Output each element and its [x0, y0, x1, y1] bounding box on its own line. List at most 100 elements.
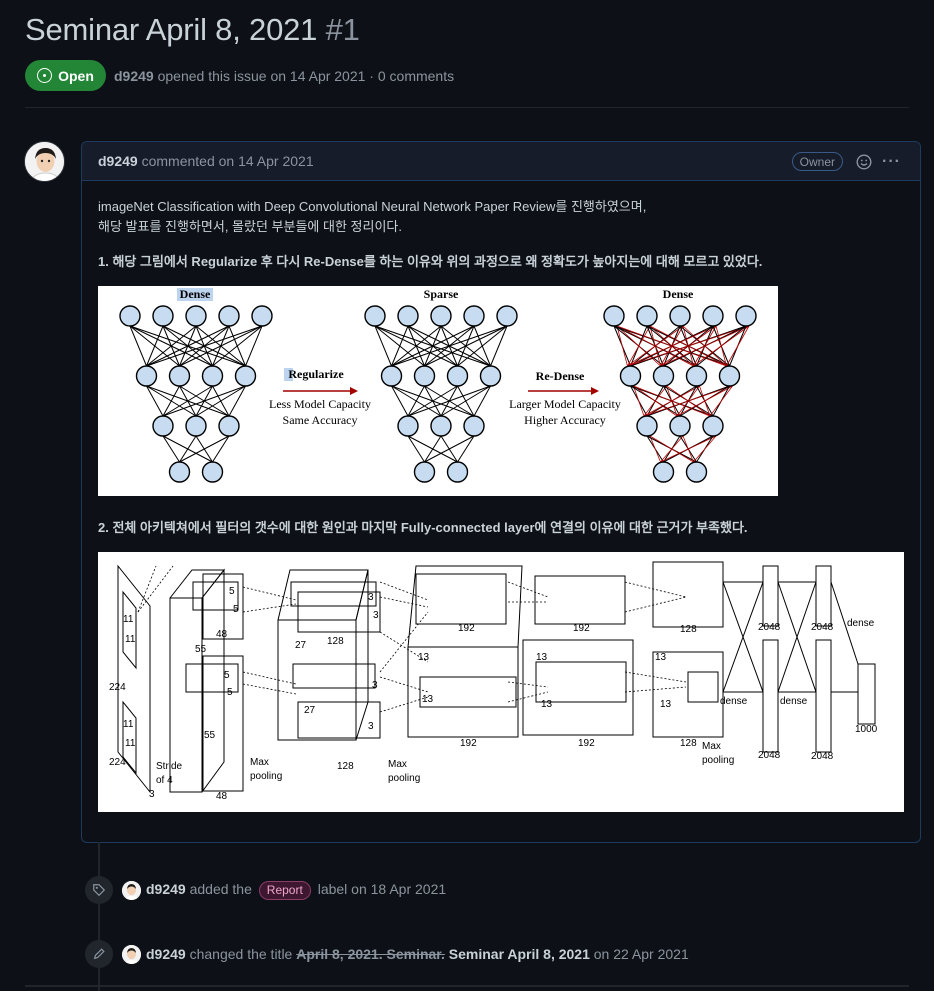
neuron: [168, 461, 191, 483]
layer-label-n192b: 192: [460, 738, 477, 749]
neuron: [619, 365, 642, 387]
alexnet-diagram: 11112241111224 Strideof 43555555554848Max…: [109, 561, 878, 802]
neuron: [702, 415, 724, 437]
layer-label-n13b: 13: [422, 694, 434, 705]
layer-label-n3: 3: [149, 789, 155, 800]
event-actor-link[interactable]: d9249: [146, 946, 186, 962]
event-text: d9249 added the Report label on 18 Apr 2…: [146, 880, 446, 900]
comment-paragraph: imageNet Classification with Deep Convol…: [98, 197, 904, 237]
label-higher-accuracy: Higher Accuracy: [524, 413, 606, 427]
edge: [146, 325, 164, 367]
neuron: [413, 461, 436, 483]
neuron: [636, 415, 658, 437]
issue-meta: d9249 opened this issue on 14 Apr 2021 ·…: [114, 68, 454, 84]
edge: [146, 325, 230, 367]
question-2: 2. 전체 아키텍쳐에서 필터의 갯수에 대한 원인과 마지막 Fully-co…: [98, 520, 748, 535]
smiley-icon[interactable]: [856, 154, 872, 170]
layer-label-n13e: 13: [655, 652, 667, 663]
layer-label-n2048d: 2048: [811, 751, 834, 762]
neuron: [636, 305, 658, 327]
layer-label-maxpool1a: Max: [250, 757, 269, 768]
comment-meta-text[interactable]: commented on 14 Apr 2021: [142, 153, 314, 169]
layer-label-n13a: 13: [418, 652, 430, 663]
comment-header: d9249 commented on 14 Apr 2021 Owner ···: [82, 142, 920, 181]
neuron: [201, 461, 224, 483]
comment-box: d9249 commented on 14 Apr 2021 Owner ···…: [81, 141, 921, 843]
neuron: [218, 415, 240, 437]
layer-label-n13f: 13: [660, 699, 672, 710]
layer-label-n128a: 128: [327, 636, 344, 647]
event-pre-text: changed the title: [189, 946, 293, 962]
layer-label-n11c: 11: [123, 719, 134, 730]
avatar[interactable]: [24, 141, 65, 182]
timeline-line: [98, 842, 100, 991]
event-actor-link[interactable]: d9249: [146, 881, 186, 897]
neuron: [603, 305, 625, 327]
kebab-menu-icon[interactable]: ···: [882, 153, 901, 171]
layer-label-maxpool2b: pooling: [388, 773, 420, 784]
label-dense-right: Dense: [663, 287, 694, 301]
layer-label-n48a: 48: [216, 629, 228, 640]
event-pre-text: added the: [189, 880, 252, 897]
layer-label-n11b: 11: [125, 634, 136, 645]
issue-title-text: Seminar April 8, 2021: [25, 12, 318, 47]
layer-label-maxpool1b: pooling: [250, 771, 282, 782]
neuron: [446, 365, 469, 387]
dsd-diagram: Dense Sparse Dense Regularize Less Model…: [119, 287, 757, 483]
layer-label-n3a: 3: [368, 592, 374, 603]
layer-label-maxpool3b: pooling: [702, 755, 734, 766]
issue-state-badge: Open: [25, 60, 106, 91]
issue-number: #1: [325, 12, 360, 47]
layer-label-n5c: 5: [224, 670, 230, 681]
actor-avatar[interactable]: [122, 944, 141, 964]
actor-avatar[interactable]: [122, 880, 141, 900]
edge: [146, 325, 263, 367]
edge: [391, 325, 475, 367]
layer-label-n224b: 224: [109, 757, 126, 768]
pencil-icon: [85, 940, 113, 968]
neuron: [652, 365, 675, 387]
edge: [374, 325, 392, 367]
neuron: [380, 365, 403, 387]
neuron: [185, 415, 207, 437]
neuron: [430, 305, 452, 327]
event-renamed: d9249 changed the title April 8, 2021. S…: [85, 940, 689, 968]
paragraph-line: imageNet Classification with Deep Convol…: [98, 199, 647, 214]
neuron: [479, 365, 502, 387]
layer-label-n3b: 3: [373, 610, 379, 621]
layer-label-n1000: 1000: [855, 724, 878, 735]
neuron: [496, 305, 518, 327]
layer-label-n13d: 13: [541, 699, 553, 710]
event-post-text: on 22 Apr 2021: [593, 946, 689, 962]
layer-label-n2048b: 2048: [758, 750, 781, 761]
old-title: April 8, 2021. Seminar.: [296, 946, 445, 962]
dsd-figure: Dense Sparse Dense Regularize Less Model…: [98, 286, 778, 496]
layer-label-n5b: 5: [233, 604, 239, 615]
report-label[interactable]: Report: [258, 880, 311, 900]
edges: [129, 325, 750, 463]
neuron: [218, 305, 240, 327]
neuron: [168, 365, 191, 387]
neuron: [251, 305, 273, 327]
comment-author-link[interactable]: d9249: [98, 153, 138, 169]
neuron: [413, 365, 436, 387]
neuron: [135, 365, 158, 387]
layer-label-n27b: 27: [304, 705, 316, 716]
label-redense: Re-Dense: [536, 369, 585, 383]
layer-label-n192d: 192: [578, 738, 595, 749]
neuron: [652, 461, 675, 483]
label-same-accuracy: Same Accuracy: [283, 413, 358, 427]
neuron: [735, 305, 757, 327]
issue-author-link[interactable]: d9249: [114, 68, 154, 84]
neuron: [718, 365, 741, 387]
issue-title: Seminar April 8, 2021 #1: [25, 12, 360, 48]
layer-label-n11d: 11: [125, 738, 136, 749]
layer-label-n2048c: 2048: [811, 622, 834, 633]
layer-label-n48b: 48: [216, 791, 228, 802]
layer-label-n192a: 192: [458, 623, 475, 634]
neuron: [685, 461, 708, 483]
comment-meta: d9249 commented on 14 Apr 2021: [98, 153, 314, 169]
layer-label-n13c: 13: [536, 652, 548, 663]
tag-icon: [85, 876, 113, 904]
layer-label-denseb: dense: [780, 696, 808, 707]
